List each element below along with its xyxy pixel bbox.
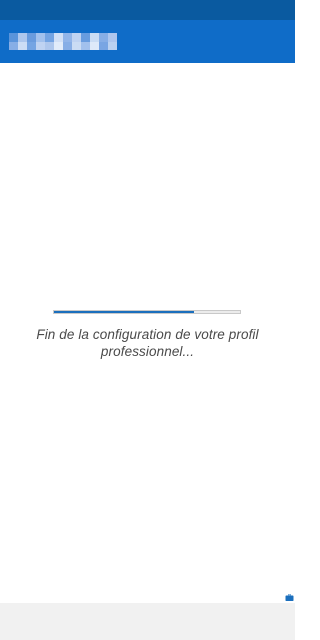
obscured-title-pixel bbox=[54, 33, 63, 42]
obscured-title-pixel bbox=[81, 41, 90, 50]
obscured-title-pixel bbox=[99, 41, 108, 50]
obscured-title-pixel bbox=[90, 33, 99, 42]
obscured-title-pixel bbox=[63, 33, 72, 42]
obscured-title-pixel bbox=[18, 41, 27, 50]
obscured-title-pixel bbox=[18, 33, 27, 42]
obscured-title-pixel bbox=[108, 41, 117, 50]
main-content: Fin de la configuration de votre profil … bbox=[0, 63, 295, 603]
obscured-title-pixel bbox=[54, 41, 63, 50]
obscured-title-pixel bbox=[90, 41, 99, 50]
bottom-bar bbox=[0, 603, 295, 640]
obscured-title-pixel bbox=[9, 33, 18, 42]
app-bar bbox=[0, 20, 295, 63]
status-bar bbox=[0, 0, 295, 20]
progress-bar-fill bbox=[54, 311, 194, 313]
obscured-title-pixel bbox=[63, 41, 72, 50]
obscured-title-pixel bbox=[36, 41, 45, 50]
obscured-title-pixel bbox=[27, 41, 36, 50]
obscured-title-pixel bbox=[45, 33, 54, 42]
obscured-title-pixel bbox=[72, 33, 81, 42]
obscured-title-pixel bbox=[45, 41, 54, 50]
progress-bar bbox=[53, 310, 241, 314]
briefcase-icon bbox=[285, 594, 294, 601]
obscured-app-title bbox=[9, 33, 117, 50]
obscured-title-pixel bbox=[108, 33, 117, 42]
obscured-title-pixel bbox=[81, 33, 90, 42]
obscured-title-pixel bbox=[99, 33, 108, 42]
obscured-title-pixel bbox=[9, 41, 18, 50]
obscured-title-pixel bbox=[72, 41, 81, 50]
obscured-title-pixel bbox=[36, 33, 45, 42]
setup-status-message: Fin de la configuration de votre profil … bbox=[36, 327, 259, 359]
obscured-title-pixel bbox=[27, 33, 36, 42]
